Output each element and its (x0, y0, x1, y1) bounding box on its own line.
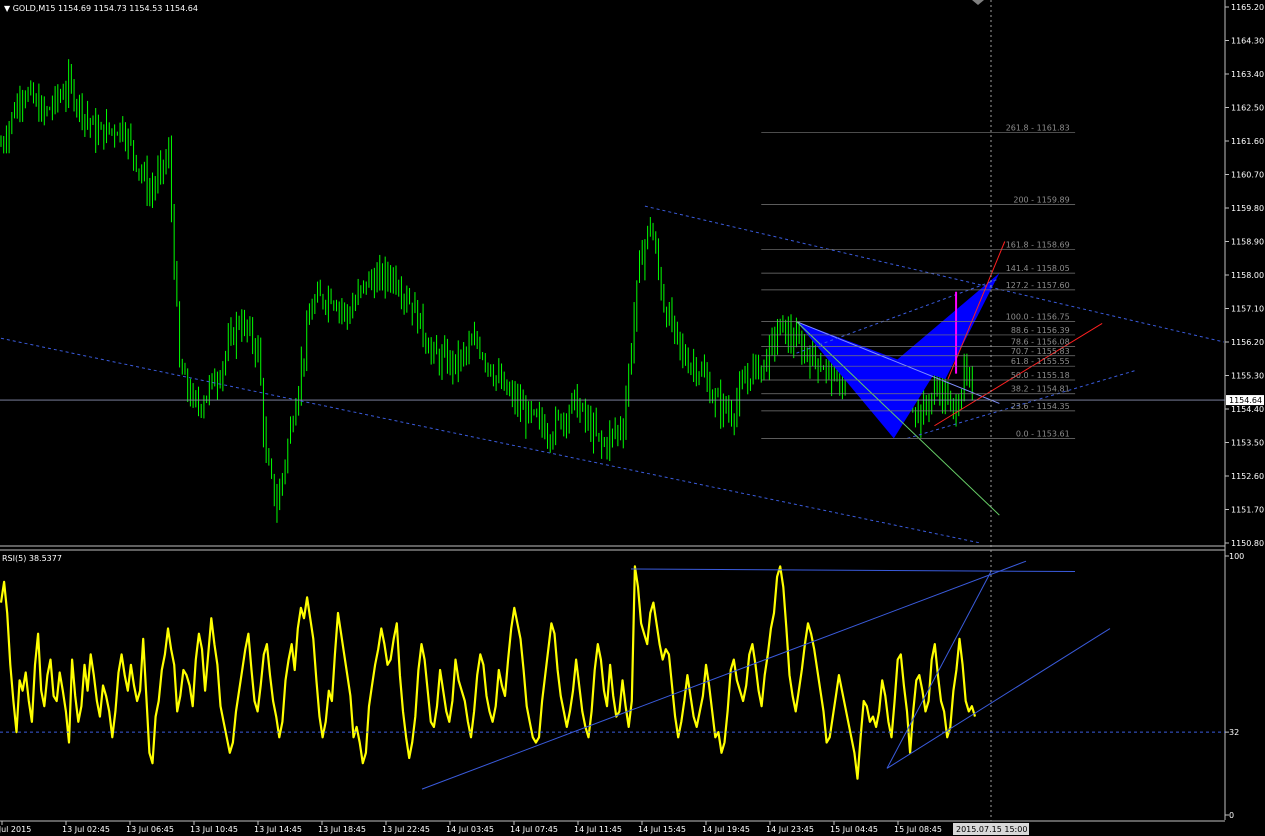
current-price-label: 1154.64 (1229, 396, 1262, 405)
time-tick-label: 14 Jul 19:45 (702, 825, 750, 834)
time-tick-label: 14 Jul 23:45 (766, 825, 814, 834)
price-tick-label: 1158.90 (1231, 238, 1264, 247)
price-tick-label: 1157.10 (1231, 305, 1264, 314)
price-tick-label: 1164.30 (1231, 37, 1264, 46)
time-tick-label: 13 Jul 14:45 (254, 825, 302, 834)
price-tick-label: 1150.80 (1231, 539, 1264, 548)
price-tick-label: 1163.40 (1231, 70, 1264, 79)
price-tick-label: 1151.70 (1231, 506, 1264, 515)
time-tick-label: 15 Jul 08:45 (894, 825, 942, 834)
time-tick-label: 13 Jul 06:45 (126, 825, 174, 834)
price-tick-label: 1165.20 (1231, 3, 1264, 12)
price-tick-label: 1153.50 (1231, 439, 1264, 448)
fib-level-label: 50.0 - 1155.18 (1011, 371, 1070, 380)
price-tick-label: 1154.40 (1231, 405, 1264, 414)
fib-level-label: 0.0 - 1153.61 (1016, 429, 1070, 438)
price-tick-label: 1159.80 (1231, 204, 1264, 213)
fib-level-label: 70.7 - 1155.83 (1011, 347, 1070, 356)
fib-level-label: 38.2 - 1154.81 (1011, 385, 1070, 394)
fib-level-label: 78.6 - 1156.08 (1011, 337, 1070, 346)
price-tick-label: 1160.70 (1231, 171, 1264, 180)
fib-level-label: 141.4 - 1158.05 (1006, 264, 1070, 273)
price-tick-label: 1161.60 (1231, 137, 1264, 146)
time-tick-label: 13 Jul 2015 (0, 825, 31, 834)
time-tick-label: 14 Jul 07:45 (510, 825, 558, 834)
time-tick-label: 15 Jul 04:45 (830, 825, 878, 834)
dropdown-icon[interactable]: ▼ (4, 4, 13, 13)
price-tick-label: 1162.50 (1231, 104, 1264, 113)
fib-level-label: 61.8 - 1155.55 (1011, 357, 1070, 366)
symbol-label: GOLD,M15 (13, 4, 56, 13)
fib-level-label: 261.8 - 1161.83 (1006, 123, 1070, 132)
price-tick-label: 1156.20 (1231, 338, 1264, 347)
cursor-time-label: 2015.07.15 15:00 (956, 825, 1027, 834)
time-tick-label: 14 Jul 11:45 (574, 825, 622, 834)
time-tick-label: 13 Jul 10:45 (190, 825, 238, 834)
ohlc-label: 1154.69 1154.73 1154.53 1154.64 (58, 4, 198, 13)
price-tick-label: 1152.60 (1231, 472, 1264, 481)
rsi-tick-label: 100 (1229, 552, 1244, 561)
time-tick-label: 13 Jul 22:45 (382, 825, 430, 834)
rsi-header: RSI(5) 38.5377 (2, 554, 62, 563)
fib-level-label: 161.8 - 1158.69 (1006, 240, 1070, 249)
rsi-tick-label: 32 (1229, 728, 1239, 737)
price-tick-label: 1155.30 (1231, 372, 1264, 381)
chart-header: ▼ GOLD,M15 1154.69 1154.73 1154.53 1154.… (4, 4, 198, 13)
rsi-tick-label: 0 (1229, 811, 1234, 820)
fib-level-label: 200 - 1159.89 (1013, 196, 1069, 205)
fib-level-label: 23.6 - 1154.35 (1011, 402, 1070, 411)
time-tick-label: 13 Jul 18:45 (318, 825, 366, 834)
fib-level-label: 100.0 - 1156.75 (1006, 313, 1070, 322)
price-tick-label: 1158.00 (1231, 271, 1264, 280)
fib-level-label: 127.2 - 1157.60 (1006, 281, 1070, 290)
time-tick-label: 13 Jul 02:45 (62, 825, 110, 834)
trading-chart[interactable]: 261.8 - 1161.83 200 - 1159.89 161.8 - 1158… (0, 0, 1265, 836)
fib-level-label: 88.6 - 1156.39 (1011, 326, 1070, 335)
time-tick-label: 14 Jul 15:45 (638, 825, 686, 834)
time-tick-label: 14 Jul 03:45 (446, 825, 494, 834)
